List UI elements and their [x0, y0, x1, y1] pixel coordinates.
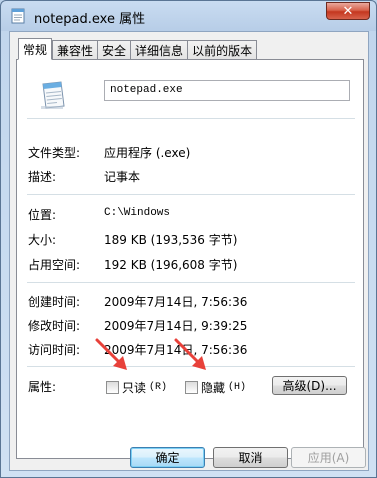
description-value: 记事本 [104, 170, 141, 184]
notepad-icon [11, 8, 25, 24]
readonly-label: 只读 [122, 381, 147, 395]
title-bar[interactable]: notepad.exe 属性 ✕ [1, 1, 376, 31]
tab-strip: 常规 兼容性 安全 详细信息 以前的版本 [18, 38, 258, 60]
window-title: notepad.exe 属性 [34, 12, 146, 27]
advanced-button[interactable]: 高级(D)... [272, 376, 347, 395]
size-label: 大小: [28, 233, 57, 247]
cancel-button[interactable]: 取消 [213, 447, 288, 468]
readonly-accesskey: (R) [149, 382, 168, 393]
modified-label: 修改时间: [28, 319, 81, 333]
divider [27, 194, 355, 195]
properties-window: notepad.exe 属性 ✕ 常规 兼容性 安全 详细信息 以前的版本 no… [0, 0, 377, 478]
tab-previous-versions[interactable]: 以前的版本 [187, 40, 258, 60]
divider [27, 118, 355, 119]
hidden-label: 隐藏 [201, 381, 226, 395]
created-label: 创建时间: [28, 295, 81, 309]
hidden-checkbox[interactable]: 隐藏 (H) [185, 379, 246, 396]
accessed-label: 访问时间: [28, 343, 81, 357]
attributes-label: 属性: [28, 380, 57, 394]
tab-security[interactable]: 安全 [97, 40, 131, 60]
tab-details[interactable]: 详细信息 [130, 40, 188, 60]
file-type-label: 文件类型: [28, 146, 81, 160]
apply-button[interactable]: 应用(A) [291, 447, 366, 468]
tab-compatibility[interactable]: 兼容性 [52, 40, 98, 60]
disk-size-label: 占用空间: [28, 258, 81, 272]
hidden-check-box[interactable] [185, 381, 198, 394]
file-name-field[interactable]: notepad.exe [104, 80, 350, 101]
readonly-checkbox[interactable]: 只读 (R) [106, 379, 167, 396]
notepad-file-icon [41, 81, 65, 109]
tab-general[interactable]: 常规 [18, 38, 53, 60]
location-value: C:\Windows [104, 207, 171, 219]
size-value: 189 KB (193,536 字节) [104, 233, 238, 247]
close-button[interactable]: ✕ [326, 2, 370, 20]
created-value: 2009年7月14日, 7:56:36 [104, 295, 248, 309]
file-type-value: 应用程序 (.exe) [104, 146, 191, 160]
divider [27, 282, 355, 283]
annotation-arrow-readonly [95, 338, 127, 370]
close-icon: ✕ [342, 3, 354, 19]
disk-size-value: 192 KB (196,608 字节) [104, 258, 238, 272]
modified-value: 2009年7月14日, 9:39:25 [104, 319, 248, 333]
hidden-accesskey: (H) [228, 382, 247, 393]
dialog-body: 常规 兼容性 安全 详细信息 以前的版本 notepad.exe 文件类型: 应… [9, 31, 369, 471]
annotation-arrow-hidden [174, 338, 206, 370]
ok-button[interactable]: 确定 [130, 447, 205, 468]
readonly-check-box[interactable] [106, 381, 119, 394]
description-label: 描述: [28, 170, 57, 184]
location-label: 位置: [28, 208, 57, 222]
general-panel: notepad.exe 文件类型: 应用程序 (.exe) 描述: 记事本 位置… [16, 59, 364, 459]
